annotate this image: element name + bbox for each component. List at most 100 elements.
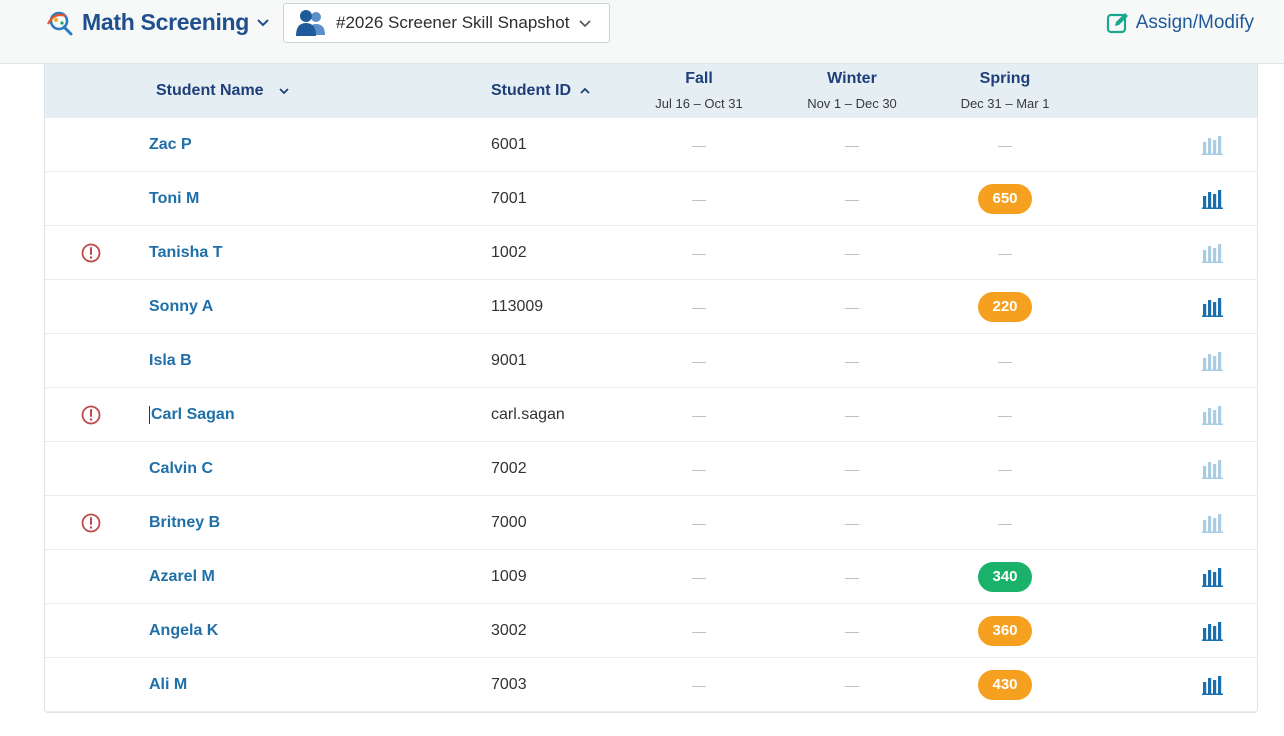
- student-name-link[interactable]: Angela K: [149, 604, 218, 658]
- report-cell: [1201, 604, 1225, 658]
- student-id: 1009: [491, 568, 527, 585]
- warning-cell: [79, 172, 103, 226]
- student-name-link[interactable]: Calvin C: [149, 442, 213, 496]
- column-label-student-id: Student ID: [491, 82, 571, 99]
- empty-score: —: [845, 461, 859, 477]
- table-row: Britney B 7000 — — —: [45, 496, 1257, 550]
- spring-score-cell: —: [930, 334, 1080, 388]
- student-name-link[interactable]: Sonny A: [149, 280, 213, 334]
- table-row: Calvin C 7002 — — —: [45, 442, 1257, 496]
- bar-chart-icon[interactable]: [1202, 189, 1224, 209]
- warning-cell: [79, 550, 103, 604]
- winter-score-cell: —: [777, 604, 927, 658]
- exclamation-circle-icon[interactable]: [81, 243, 101, 263]
- bar-chart-icon[interactable]: [1202, 567, 1224, 587]
- season-name-spring: Spring: [979, 70, 1031, 87]
- score-badge[interactable]: 650: [978, 184, 1032, 214]
- empty-score: —: [692, 677, 706, 693]
- empty-score: —: [692, 623, 706, 639]
- column-header-spring: Spring Dec 31 – Mar 1: [930, 70, 1080, 111]
- bar-chart-icon[interactable]: [1202, 621, 1224, 641]
- season-range-winter: Nov 1 – Dec 30: [807, 96, 897, 111]
- winter-score-cell: —: [777, 496, 927, 550]
- column-header-fall: Fall Jul 16 – Oct 31: [624, 70, 774, 111]
- student-name-link[interactable]: Carl Sagan: [149, 388, 235, 442]
- bar-chart-icon: [1202, 352, 1223, 371]
- student-name-link[interactable]: Britney B: [149, 496, 220, 550]
- student-name-link[interactable]: Azarel M: [149, 550, 215, 604]
- report-cell: [1201, 388, 1225, 442]
- empty-score: —: [845, 407, 859, 423]
- empty-score: —: [845, 191, 859, 207]
- text-cursor: [149, 406, 150, 424]
- bar-chart-icon[interactable]: [1202, 297, 1224, 317]
- fall-score-cell: —: [624, 550, 774, 604]
- fall-score-cell: —: [624, 658, 774, 712]
- score-badge[interactable]: 220: [978, 292, 1032, 322]
- bar-chart-icon: [1202, 406, 1223, 425]
- empty-score: —: [998, 461, 1012, 477]
- bar-chart-icon: [1202, 136, 1223, 155]
- season-name-winter: Winter: [827, 70, 877, 87]
- snapshot-dropdown[interactable]: #2026 Screener Skill Snapshot: [283, 3, 610, 43]
- score-badge[interactable]: 360: [978, 616, 1032, 646]
- empty-score: —: [998, 407, 1012, 423]
- report-cell: [1201, 172, 1225, 226]
- empty-score: —: [692, 299, 706, 315]
- exclamation-circle-icon[interactable]: [81, 405, 101, 425]
- student-id: carl.sagan: [491, 406, 565, 423]
- spring-score-cell: 430: [930, 658, 1080, 712]
- chevron-down-icon: [278, 88, 289, 95]
- app-menu-button[interactable]: Math Screening: [44, 8, 271, 36]
- bar-chart-icon: [1202, 244, 1223, 263]
- column-header-student-name[interactable]: Student Name: [156, 82, 290, 100]
- spring-score-cell: 340: [930, 550, 1080, 604]
- empty-score: —: [692, 461, 706, 477]
- column-label-student-name: Student Name: [156, 82, 264, 99]
- empty-score: —: [845, 245, 859, 261]
- report-cell: [1201, 226, 1225, 280]
- student-name-link[interactable]: Ali M: [149, 658, 187, 712]
- warning-cell: [79, 442, 103, 496]
- report-cell: [1201, 334, 1225, 388]
- student-name-link[interactable]: Tanisha T: [149, 226, 223, 280]
- fall-score-cell: —: [624, 226, 774, 280]
- warning-cell: [79, 658, 103, 712]
- warning-cell: [79, 604, 103, 658]
- warning-cell: [79, 280, 103, 334]
- bar-chart-icon[interactable]: [1202, 675, 1224, 695]
- student-name-link[interactable]: Isla B: [149, 334, 192, 388]
- score-badge[interactable]: 430: [978, 670, 1032, 700]
- spring-score-cell: —: [930, 442, 1080, 496]
- empty-score: —: [692, 569, 706, 585]
- empty-score: —: [692, 191, 706, 207]
- student-name-link[interactable]: Toni M: [149, 172, 199, 226]
- spring-score-cell: —: [930, 118, 1080, 172]
- report-cell: [1201, 658, 1225, 712]
- fall-score-cell: —: [624, 388, 774, 442]
- spring-score-cell: 360: [930, 604, 1080, 658]
- student-name-text: Zac P: [149, 136, 192, 153]
- assign-modify-button[interactable]: Assign/Modify: [1106, 10, 1254, 36]
- column-header-student-id[interactable]: Student ID: [491, 82, 591, 100]
- fall-score-cell: —: [624, 604, 774, 658]
- warning-cell: [79, 388, 103, 442]
- student-name-link[interactable]: Zac P: [149, 118, 192, 172]
- student-id: 113009: [491, 298, 544, 315]
- exclamation-circle-icon[interactable]: [81, 513, 101, 533]
- table-row: Toni M 7001 — — 650: [45, 172, 1257, 226]
- chevron-up-icon: [580, 87, 590, 94]
- season-name-fall: Fall: [685, 70, 713, 87]
- fall-score-cell: —: [624, 280, 774, 334]
- empty-score: —: [845, 569, 859, 585]
- chevron-down-icon: [257, 19, 269, 27]
- score-badge[interactable]: 340: [978, 562, 1032, 592]
- empty-score: —: [692, 407, 706, 423]
- season-range-fall: Jul 16 – Oct 31: [655, 96, 743, 111]
- table-row: Azarel M 1009 — — 340: [45, 550, 1257, 604]
- empty-score: —: [845, 137, 859, 153]
- student-name-text: Britney B: [149, 514, 221, 531]
- fall-score-cell: —: [624, 442, 774, 496]
- report-cell: [1201, 118, 1225, 172]
- spring-score-cell: 220: [930, 280, 1080, 334]
